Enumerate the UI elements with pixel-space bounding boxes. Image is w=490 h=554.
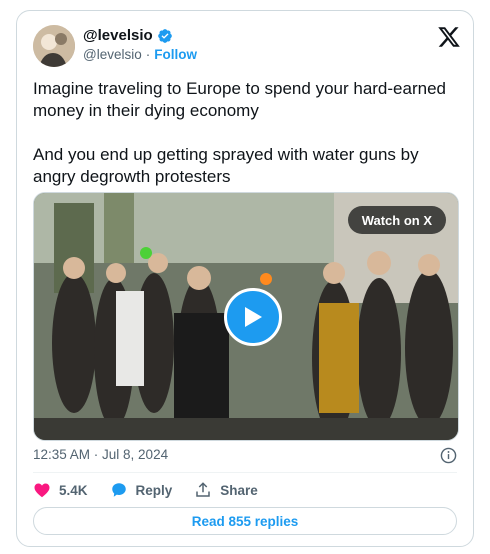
watch-on-x-button[interactable]: Watch on X <box>347 206 446 234</box>
play-icon <box>245 307 262 327</box>
play-button[interactable] <box>224 288 282 346</box>
author-handle-row: @levelsio · Follow <box>83 47 197 62</box>
reply-button[interactable]: Reply <box>110 481 173 499</box>
author-name-row: @levelsio <box>83 27 173 44</box>
share-icon <box>196 482 211 497</box>
avatar[interactable] <box>33 25 75 67</box>
follow-button[interactable]: Follow <box>154 47 197 62</box>
like-button[interactable]: 5.4K <box>33 481 88 499</box>
action-bar: 5.4K Reply Share <box>33 481 258 499</box>
tweet-card: @levelsio @levelsio · Follow Imagine tra… <box>16 10 474 547</box>
heart-icon <box>34 483 50 498</box>
video-player[interactable]: Watch on X <box>33 192 459 441</box>
x-logo-icon[interactable] <box>437 25 461 49</box>
tweet-paragraph-1: Imagine traveling to Europe to spend you… <box>33 79 446 120</box>
reply-label: Reply <box>135 482 173 498</box>
tweet-paragraph-2: And you end up getting sprayed with wate… <box>33 145 419 186</box>
separator-dot: · <box>145 47 151 62</box>
divider <box>33 472 457 473</box>
tweet-text: Imagine traveling to Europe to spend you… <box>33 78 461 188</box>
verified-badge-icon <box>157 28 172 43</box>
author-display-name[interactable]: @levelsio <box>83 27 153 44</box>
share-label: Share <box>220 482 258 498</box>
author-handle[interactable]: @levelsio <box>83 47 142 62</box>
read-replies-button[interactable]: Read 855 replies <box>33 507 457 535</box>
share-button[interactable]: Share <box>194 481 258 499</box>
info-icon[interactable] <box>440 447 457 464</box>
reply-bubble-icon <box>111 483 126 497</box>
like-count: 5.4K <box>59 482 88 498</box>
tweet-timestamp[interactable]: 12:35 AM · Jul 8, 2024 <box>33 447 168 462</box>
